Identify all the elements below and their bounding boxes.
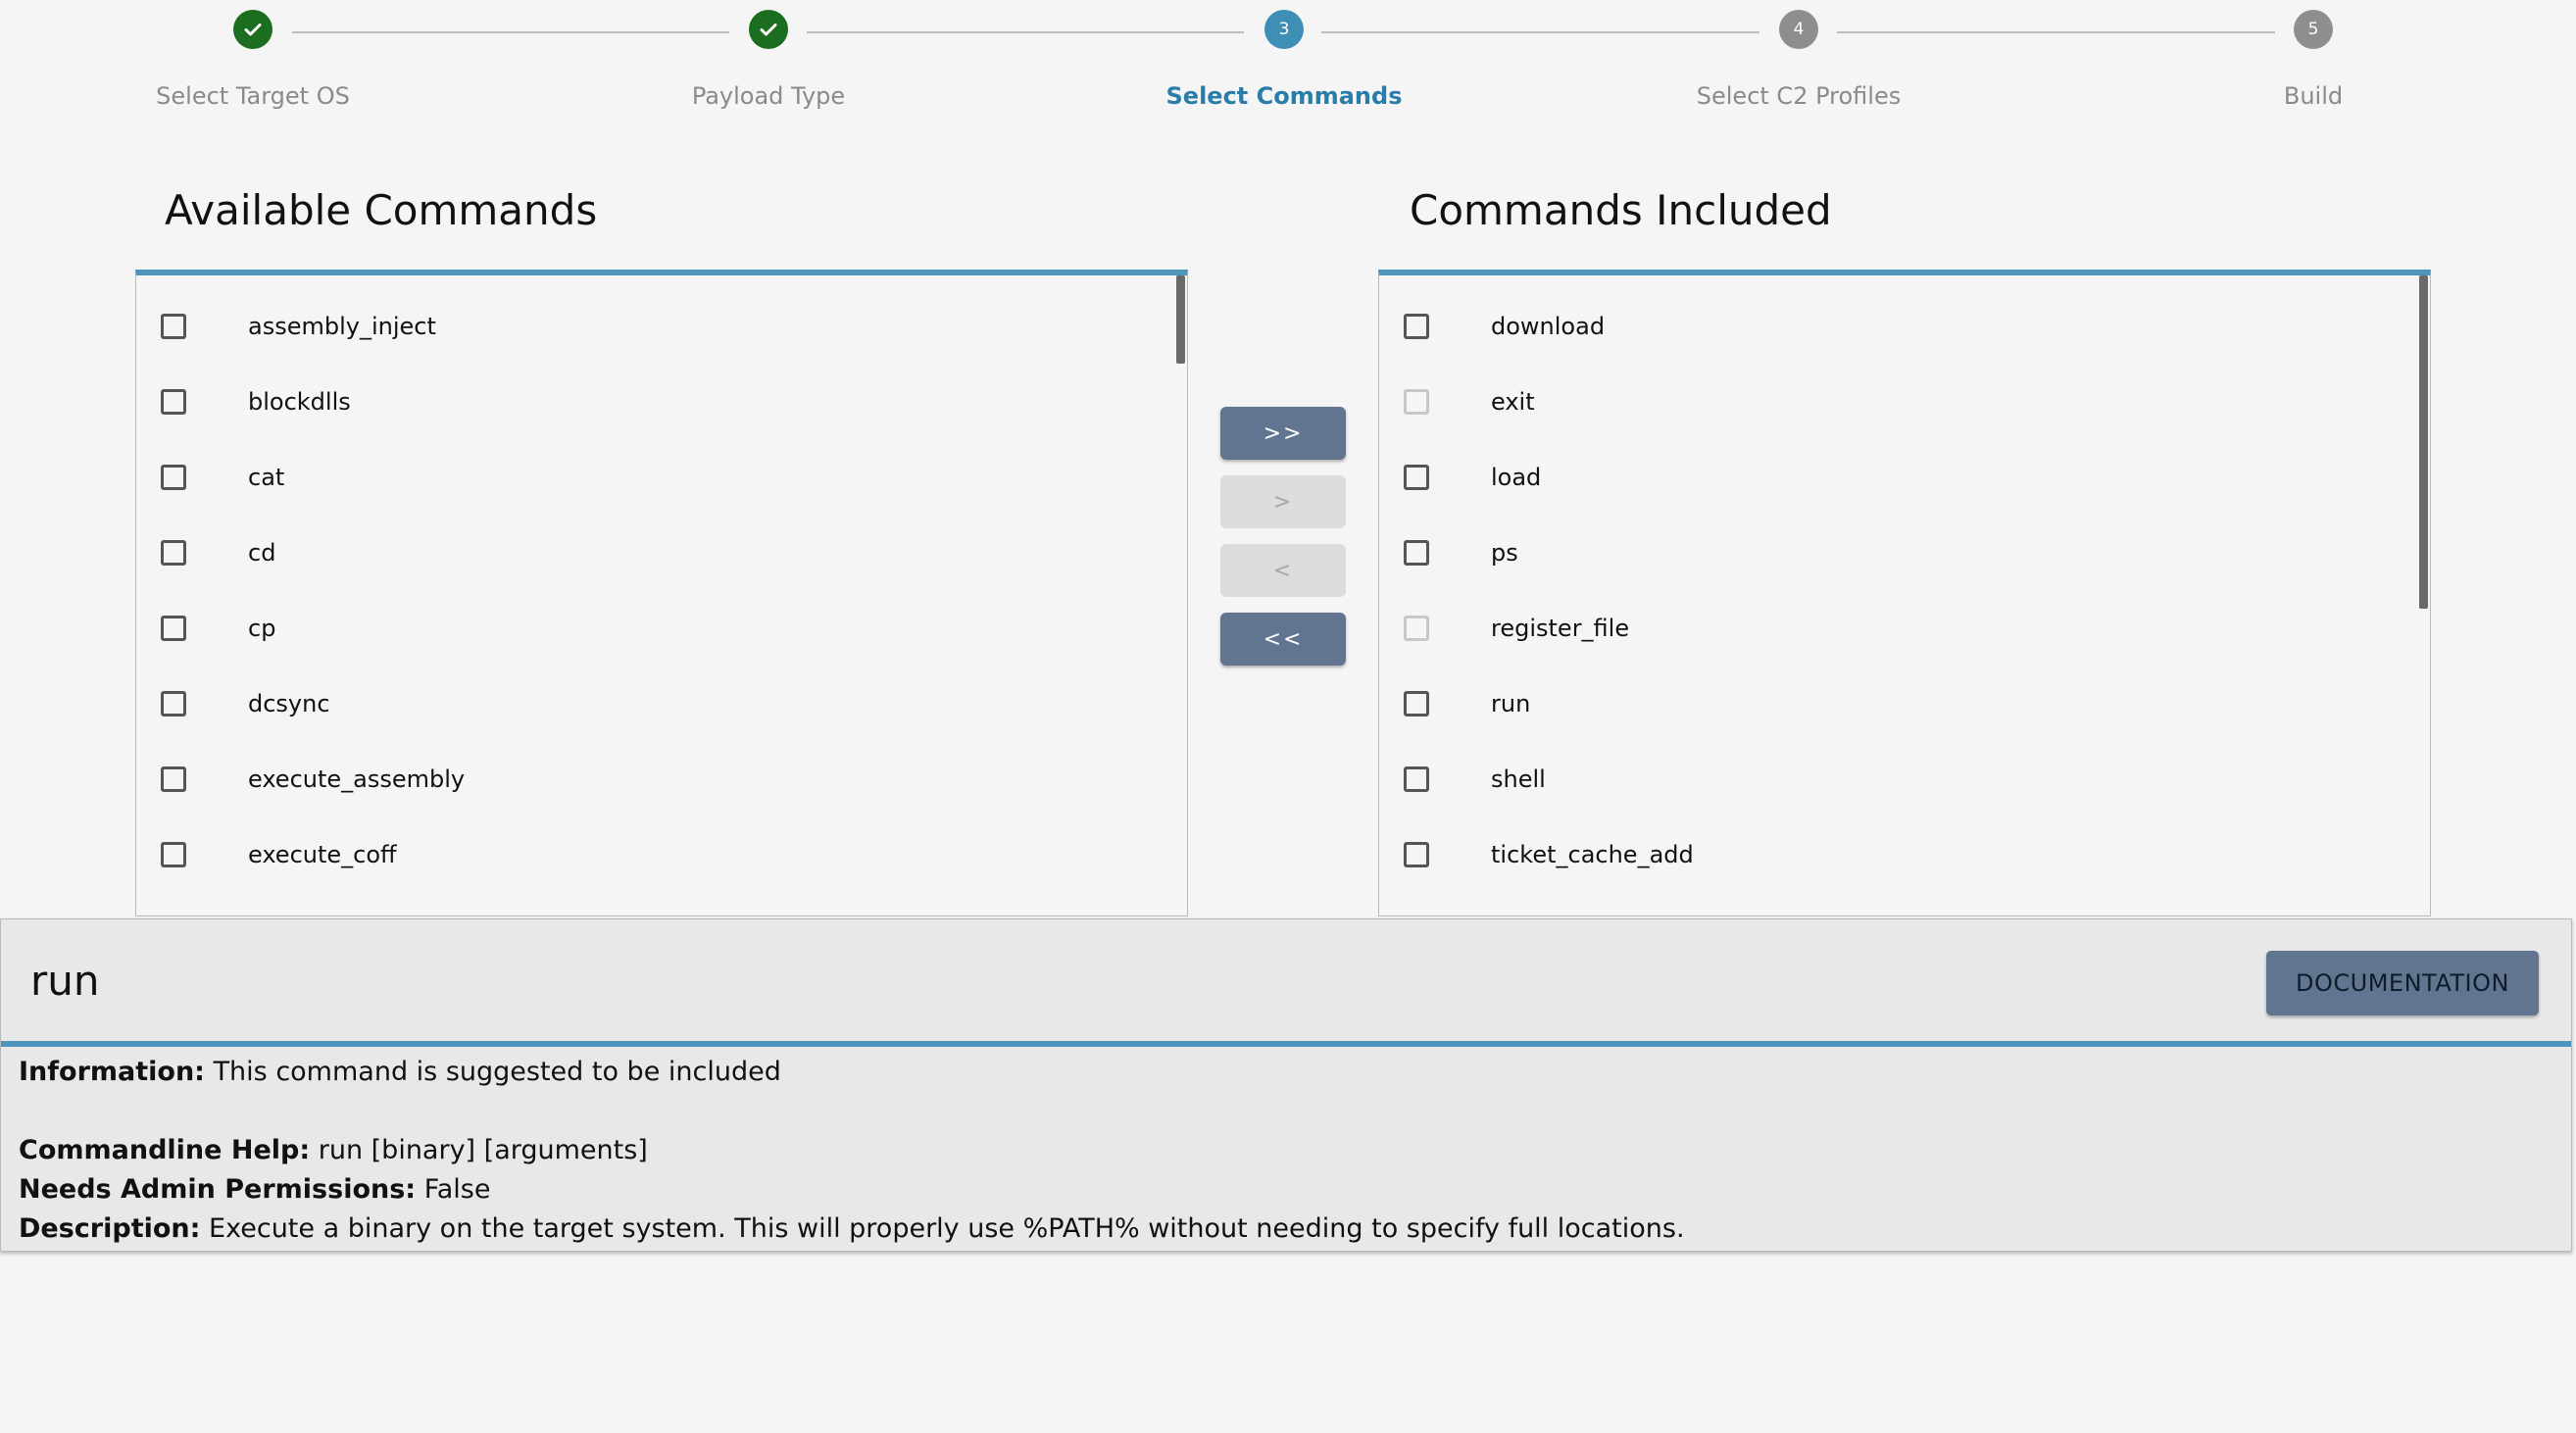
commandline-help-label: Commandline Help: — [19, 1135, 311, 1165]
command-label: load — [1491, 464, 1542, 491]
list-item[interactable]: ps — [1379, 523, 2430, 582]
checkbox[interactable] — [1404, 691, 1429, 716]
checkbox[interactable] — [1404, 465, 1429, 490]
checkbox[interactable] — [1404, 540, 1429, 566]
list-item[interactable]: cp — [136, 599, 1187, 658]
information-line: Information: This command is suggested t… — [19, 1057, 781, 1087]
command-label: dcsync — [248, 690, 330, 717]
available-commands-title: Available Commands — [165, 186, 598, 234]
checkbox[interactable] — [161, 389, 186, 415]
move-all-right-button[interactable]: >> — [1220, 407, 1346, 460]
checkbox[interactable] — [161, 842, 186, 867]
list-item: register_file — [1379, 599, 2430, 658]
command-label: exit — [1491, 388, 1535, 416]
checkbox[interactable] — [161, 314, 186, 339]
step-5-number: 5 — [2294, 10, 2333, 49]
command-detail-panel: run DOCUMENTATION Information: This comm… — [0, 918, 2572, 1252]
move-all-left-button[interactable]: << — [1220, 613, 1346, 666]
detail-header: run DOCUMENTATION — [1, 919, 2571, 1047]
checkbox[interactable] — [161, 540, 186, 566]
list-item[interactable]: run — [1379, 674, 2430, 733]
commandline-help-value: run [binary] [arguments] — [318, 1135, 648, 1165]
checkbox[interactable] — [161, 766, 186, 792]
step-connector — [1321, 31, 1759, 33]
command-label: cp — [248, 615, 276, 642]
information-label: Information: — [19, 1057, 205, 1087]
step-3-number: 3 — [1264, 10, 1304, 49]
checkbox[interactable] — [161, 691, 186, 716]
command-label: download — [1491, 313, 1606, 340]
list-item[interactable]: load — [1379, 448, 2430, 507]
available-commands-list[interactable]: assembly_inject blockdlls cat cd cp dcsy… — [135, 270, 1188, 916]
move-left-button[interactable]: < — [1220, 544, 1346, 597]
list-item[interactable]: ticket_cache_add — [1379, 825, 2430, 884]
description-label: Description: — [19, 1213, 201, 1244]
list-item[interactable]: cat — [136, 448, 1187, 507]
list-item[interactable]: execute_assembly — [136, 750, 1187, 809]
detail-title: run — [30, 957, 100, 1005]
list-item[interactable]: dcsync — [136, 674, 1187, 733]
step-1-check-icon — [233, 10, 272, 49]
step-2-check-icon — [749, 10, 788, 49]
list-item[interactable]: download — [1379, 297, 2430, 356]
description-value: Execute a binary on the target system. T… — [209, 1213, 1685, 1244]
step-label-select-commands: Select Commands — [1165, 82, 1403, 110]
step-label-target-os: Select Target OS — [156, 82, 350, 110]
command-label: assembly_inject — [248, 313, 436, 340]
description-line: Description: Execute a binary on the tar… — [19, 1213, 1685, 1244]
stepper: 3 4 5 Select Target OS Payload Type Sele… — [0, 0, 2576, 127]
command-label: run — [1491, 690, 1531, 717]
command-label: cd — [248, 539, 276, 567]
list-item[interactable]: cd — [136, 523, 1187, 582]
checkbox-disabled — [1404, 389, 1429, 415]
information-value: This command is suggested to be included — [213, 1057, 781, 1087]
command-label: cat — [248, 464, 285, 491]
step-connector — [292, 31, 729, 33]
step-connector — [1837, 31, 2275, 33]
list-item[interactable]: shell — [1379, 750, 2430, 809]
list-item[interactable]: assembly_inject — [136, 297, 1187, 356]
command-label: shell — [1491, 766, 1546, 793]
commands-included-list[interactable]: download exit load ps register_file run … — [1378, 270, 2431, 916]
move-right-button[interactable]: > — [1220, 475, 1346, 528]
step-label-payload-type: Payload Type — [691, 82, 846, 110]
step-label-c2-profiles: Select C2 Profiles — [1696, 82, 1902, 110]
scrollbar[interactable] — [1176, 275, 1185, 364]
step-label-build: Build — [2283, 82, 2344, 110]
checkbox[interactable] — [1404, 766, 1429, 792]
scrollbar[interactable] — [2419, 275, 2428, 609]
admin-permissions-value: False — [423, 1174, 491, 1205]
command-label: ticket_cache_add — [1491, 841, 1694, 868]
list-item[interactable] — [1379, 901, 2430, 915]
list-item: exit — [1379, 372, 2430, 431]
checkbox[interactable] — [1404, 842, 1429, 867]
admin-permissions-line: Needs Admin Permissions: False — [19, 1174, 490, 1205]
list-item[interactable] — [136, 901, 1187, 915]
command-label: register_file — [1491, 615, 1630, 642]
documentation-button[interactable]: DOCUMENTATION — [2266, 951, 2539, 1015]
admin-permissions-label: Needs Admin Permissions: — [19, 1174, 417, 1205]
checkbox[interactable] — [161, 616, 186, 641]
checkbox-disabled — [1404, 616, 1429, 641]
command-label: execute_assembly — [248, 766, 466, 793]
command-label: ps — [1491, 539, 1518, 567]
checkbox[interactable] — [161, 465, 186, 490]
step-connector — [807, 31, 1244, 33]
list-item[interactable]: execute_coff — [136, 825, 1187, 884]
commands-included-title: Commands Included — [1410, 186, 1832, 234]
commandline-help-line: Commandline Help: run [binary] [argument… — [19, 1135, 648, 1165]
checkbox[interactable] — [1404, 314, 1429, 339]
command-label: execute_coff — [248, 841, 397, 868]
command-label: blockdlls — [248, 388, 351, 416]
step-4-number: 4 — [1779, 10, 1818, 49]
list-item[interactable]: blockdlls — [136, 372, 1187, 431]
